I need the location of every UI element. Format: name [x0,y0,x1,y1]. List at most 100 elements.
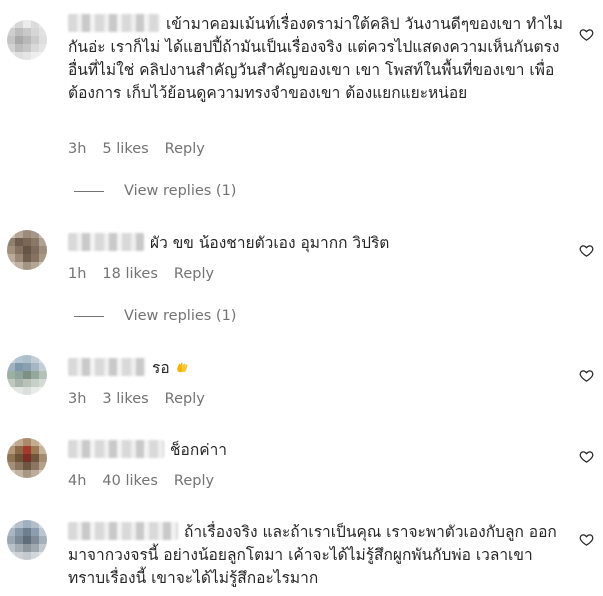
avatar-pixel [7,470,15,478]
likes-count[interactable]: 40 likes [102,473,157,489]
heart-outline-icon[interactable] [579,532,594,547]
view-replies-link[interactable]: View replies (1) [74,308,236,324]
avatar-pixel [23,52,31,60]
username-blurred[interactable] [68,522,178,540]
avatar-pixel [15,371,23,379]
likes-count[interactable]: 3 likes [102,391,148,407]
comment-text: ถ้าเรื่องจริง และถ้าเราเป็นคุณ เราจะพาตั… [68,521,563,590]
avatar-pixel [39,262,47,270]
avatar-pixel [39,438,47,446]
avatar-pixel [15,470,23,478]
avatar-pixel [23,371,31,379]
avatar-pixel [23,36,31,44]
avatar-pixel [39,470,47,478]
reply-button[interactable]: Reply [174,266,214,282]
avatar-pixel [23,446,31,454]
likes-count[interactable]: 5 likes [102,141,148,157]
avatar-pixel [39,28,47,36]
heart-outline-icon[interactable] [579,243,594,258]
comment-body: ช็อกค่าา [170,441,227,459]
avatar-pixel [31,379,39,387]
avatar-pixel [15,230,23,238]
username-blurred[interactable] [68,233,144,251]
comment-body: รอ [152,359,170,377]
avatar-pixel [7,44,15,52]
avatar-pixel [23,254,31,262]
avatar-pixel [7,520,15,528]
avatar-pixel [15,254,23,262]
avatar-pixel [7,446,15,454]
comment-meta: 3h 3 likes Reply [68,391,205,407]
avatar-pixel [23,44,31,52]
view-replies-link[interactable]: View replies (1) [74,183,236,199]
heart-outline-icon[interactable] [579,449,594,464]
avatar-pixel [23,438,31,446]
avatar-pixel [23,520,31,528]
avatar-pixel [23,28,31,36]
avatar-pixel [15,446,23,454]
avatar-pixel [31,246,39,254]
avatar-pixel [23,363,31,371]
username-blurred[interactable] [68,14,160,32]
avatar-pixel [7,552,15,560]
reply-button[interactable]: Reply [165,141,205,157]
avatar-pixel [23,238,31,246]
comment-time: 3h [68,391,87,407]
avatar-pixel [39,20,47,28]
avatar-pixel [39,44,47,52]
comment-text: ช็อกค่าา [68,439,563,462]
avatar-pixel [39,238,47,246]
avatar-pixel [31,552,39,560]
comment-body: ผัว ขข น้องชายตัวเอง อุมากก วิปริต [150,234,390,252]
replies-divider [74,190,104,192]
avatar-pixel [39,520,47,528]
view-replies-label[interactable]: View replies (1) [124,308,236,324]
avatar-pixel [31,446,39,454]
likes-count[interactable]: 18 likes [102,266,157,282]
view-replies-label[interactable]: View replies (1) [124,183,236,199]
avatar-pixel [15,536,23,544]
avatar-pixel [7,20,15,28]
heart-outline-icon[interactable] [579,368,594,383]
avatar-pixel [31,36,39,44]
avatar-pixel [23,387,31,395]
comment-time: 4h [68,473,87,489]
avatar[interactable] [7,355,47,395]
avatar-pixel [39,36,47,44]
avatar-pixel [23,544,31,552]
avatar-pixel [7,246,15,254]
comment-text: ผัว ขข น้องชายตัวเอง อุมากก วิปริต [68,232,563,255]
avatar-pixel [15,462,23,470]
heart-outline-icon[interactable] [579,27,594,42]
avatar-pixel [31,28,39,36]
avatar-pixel [15,36,23,44]
avatar-pixel [15,246,23,254]
avatar-pixel [7,379,15,387]
reply-button[interactable]: Reply [165,391,205,407]
avatar-pixel [7,36,15,44]
avatar-pixel [15,528,23,536]
avatar-pixel [31,44,39,52]
username-blurred[interactable] [68,358,146,376]
avatar[interactable] [7,438,47,478]
avatar[interactable] [7,20,47,60]
avatar-pixel [15,262,23,270]
avatar-pixel [31,254,39,262]
avatar-pixel [39,552,47,560]
username-blurred[interactable] [68,440,164,458]
avatar-pixel [39,544,47,552]
avatar[interactable] [7,520,47,560]
replies-divider [74,315,104,317]
avatar[interactable] [7,230,47,270]
avatar-pixel [7,454,15,462]
avatar-pixel [31,528,39,536]
reply-button[interactable]: Reply [174,473,214,489]
avatar-pixel [39,254,47,262]
avatar-pixel [39,446,47,454]
avatar-pixel [7,52,15,60]
avatar-pixel [15,387,23,395]
avatar-pixel [23,230,31,238]
avatar-pixel [23,355,31,363]
avatar-pixel [31,470,39,478]
avatar-pixel [15,379,23,387]
